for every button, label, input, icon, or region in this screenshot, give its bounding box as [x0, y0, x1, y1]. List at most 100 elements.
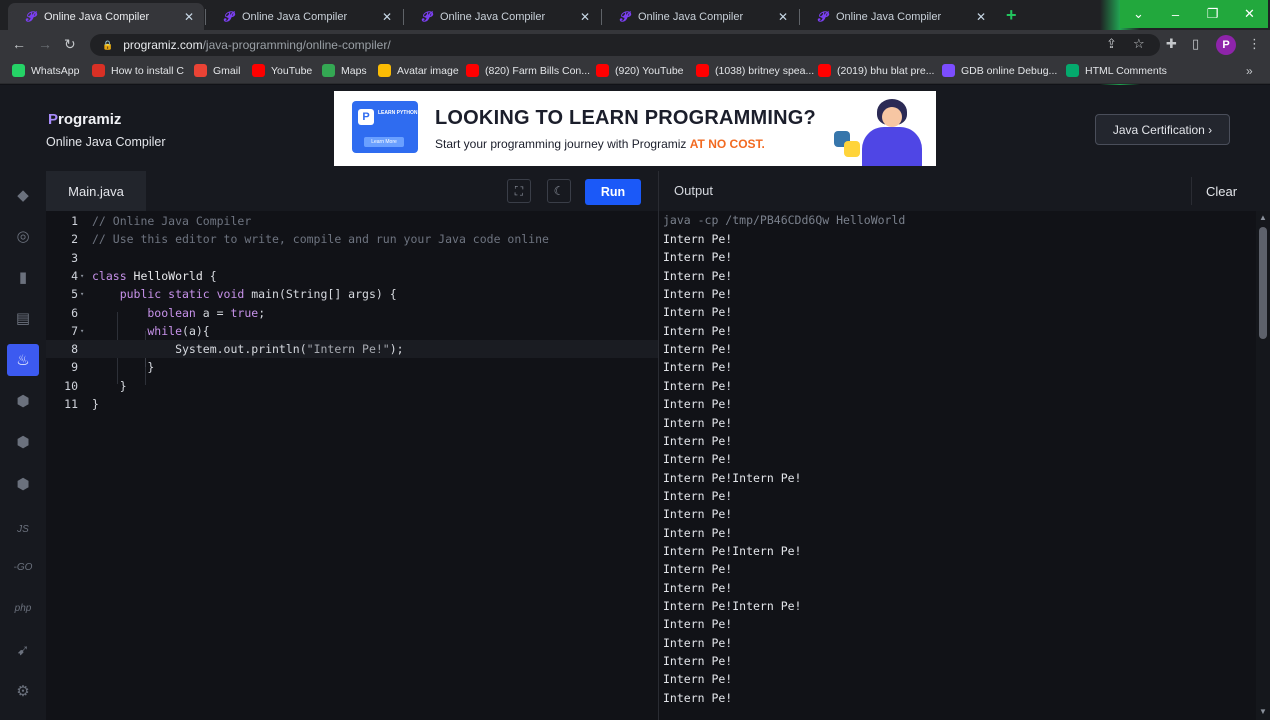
- output-line: Intern Pe!: [663, 287, 733, 302]
- share-icon[interactable]: ⇪: [1106, 36, 1117, 52]
- bookmark-favicon-icon: [696, 64, 709, 77]
- bookmark-label: (2019) bhu blat pre...: [837, 64, 935, 77]
- bookmark-item[interactable]: How to install C: [92, 64, 184, 77]
- restore-icon[interactable]: ❐: [1194, 0, 1231, 28]
- scroll-down-icon[interactable]: ▼: [1259, 707, 1267, 716]
- new-tab-button[interactable]: +: [1006, 5, 1017, 26]
- banner-sub-text: Start your programming journey with Prog…: [435, 137, 690, 151]
- bookmark-item[interactable]: HTML Comments: [1066, 64, 1167, 77]
- scroll-up-icon[interactable]: ▲: [1259, 213, 1267, 222]
- bookmark-item[interactable]: (820) Farm Bills Con...: [466, 64, 590, 77]
- forward-icon[interactable]: →: [38, 36, 52, 52]
- fold-icon[interactable]: ▾: [80, 290, 86, 298]
- code-text: System.out.println("Intern Pe!");: [92, 342, 404, 356]
- output-console[interactable]: java -cp /tmp/PB46CDd6Qw HelloWorld Inte…: [658, 211, 1256, 720]
- ad-banner[interactable]: P LEARN PYTHON Learn More LOOKING TO LEA…: [334, 91, 936, 166]
- python-icon[interactable]: ◆: [7, 179, 39, 211]
- php-icon[interactable]: php: [7, 592, 39, 624]
- code-token: HelloWorld: [133, 268, 203, 283]
- output-scrollbar[interactable]: ▲ ▼: [1256, 211, 1270, 720]
- csharp-icon[interactable]: ⬢: [7, 468, 39, 500]
- code-line: 5 ▾ public static void main(String[] args…: [46, 285, 658, 303]
- url-input[interactable]: 🔒 programiz.com/java-programming/online-…: [90, 34, 1160, 56]
- c-icon[interactable]: ⬢: [7, 385, 39, 417]
- close-tab-icon[interactable]: ✕: [778, 10, 788, 24]
- output-line: Intern Pe!: [663, 580, 733, 595]
- bookmark-item[interactable]: GDB online Debug...: [942, 64, 1057, 77]
- sql-icon[interactable]: ▮: [7, 261, 39, 293]
- tab-separator: [799, 9, 800, 25]
- bookmark-item[interactable]: Gmail: [194, 64, 240, 77]
- banner-card-logo: P: [358, 109, 374, 125]
- fold-icon[interactable]: ▾: [80, 327, 86, 335]
- close-tab-icon[interactable]: ✕: [976, 10, 986, 24]
- browser-tab[interactable]: 𝓟 Online Java Compiler ✕: [404, 3, 600, 30]
- tab-search-icon[interactable]: ⌄: [1120, 0, 1157, 28]
- close-tab-icon[interactable]: ✕: [382, 10, 392, 24]
- java-icon[interactable]: ♨: [7, 344, 39, 376]
- html-icon[interactable]: ▤: [7, 302, 39, 334]
- output-line: Intern Pe!: [663, 488, 733, 503]
- bookmarks-bar: WhatsApp How to install C Gmail YouTube Maps…: [0, 60, 1270, 84]
- output-line: Intern Pe!: [663, 268, 733, 283]
- bookmark-item[interactable]: (920) YouTube: [596, 64, 684, 77]
- output-line: Intern Pe!: [663, 232, 733, 246]
- browser-tab[interactable]: 𝓟 Online Java Compiler ✕: [8, 3, 204, 30]
- fold-icon[interactable]: ▾: [80, 272, 86, 280]
- code-token: }: [92, 397, 99, 411]
- theme-toggle-icon[interactable]: ☾: [547, 179, 571, 203]
- browser-tab[interactable]: 𝓟 Online Java Compiler ✕: [206, 3, 402, 30]
- line-number: 4: [71, 268, 78, 283]
- menu-icon[interactable]: ⋮: [1248, 36, 1261, 52]
- r-icon[interactable]: ◎: [7, 220, 39, 252]
- profile-avatar[interactable]: P: [1216, 35, 1236, 55]
- bookmark-label: WhatsApp: [31, 64, 80, 77]
- javascript-icon[interactable]: JS: [7, 513, 39, 545]
- browser-tab-bar: 𝓟 Online Java Compiler ✕ 𝓟 Online Java Compi…: [0, 0, 1270, 30]
- code-editor[interactable]: 1 // Online Java Compiler 2 // Use this edi…: [46, 211, 658, 720]
- programiz-logo[interactable]: Programiz: [48, 111, 121, 128]
- bookmark-favicon-icon: [1066, 64, 1079, 77]
- browser-tab[interactable]: 𝓟 Online Java Compiler ✕: [602, 3, 798, 30]
- output-line: Intern Pe!Intern Pe!: [663, 470, 802, 485]
- language-rail: ◆ ◎ ▮ ▤ ♨ ⬢ ⬢ ⬢ JS -GO php ➹ ⚙: [0, 171, 46, 720]
- output-line: Intern Pe!: [663, 415, 733, 430]
- rust-icon[interactable]: ⚙: [7, 675, 39, 707]
- close-tab-icon[interactable]: ✕: [184, 10, 194, 24]
- line-number: 6: [71, 305, 78, 320]
- browser-tab[interactable]: 𝓟 Online Java Compiler ✕: [800, 3, 996, 30]
- output-line: Intern Pe!: [663, 397, 733, 412]
- back-icon[interactable]: ←: [12, 36, 26, 52]
- run-button[interactable]: Run: [585, 179, 641, 205]
- output-header: Output Clear: [658, 171, 1270, 211]
- bookmark-item[interactable]: (1038) britney spea...: [696, 64, 814, 77]
- clear-button[interactable]: Clear: [1191, 177, 1251, 205]
- code-text: while(a){: [92, 324, 209, 338]
- java-certification-button[interactable]: Java Certification ›: [1095, 114, 1230, 145]
- code-line: 2 // Use this editor to write, compile an…: [46, 230, 658, 248]
- close-window-icon[interactable]: ✕: [1231, 0, 1268, 28]
- file-tab-main-java[interactable]: Main.java: [46, 171, 146, 211]
- bookmark-star-icon[interactable]: ☆: [1133, 36, 1145, 52]
- sidebar-icon[interactable]: ▯: [1192, 36, 1199, 52]
- reload-icon[interactable]: ↻: [64, 36, 76, 53]
- cpp-icon[interactable]: ⬢: [7, 426, 39, 458]
- bookmark-item[interactable]: Maps: [322, 64, 367, 77]
- bookmark-item[interactable]: WhatsApp: [12, 64, 79, 77]
- go-icon[interactable]: -GO: [7, 551, 39, 583]
- swift-icon[interactable]: ➹: [7, 634, 39, 666]
- bookmark-item[interactable]: Avatar image: [378, 64, 459, 77]
- code-text: // Online Java Compiler: [92, 214, 251, 228]
- bookmark-item[interactable]: YouTube: [252, 64, 312, 77]
- code-text: }: [92, 397, 99, 411]
- bookmarks-overflow-icon[interactable]: »: [1246, 64, 1253, 78]
- scroll-thumb[interactable]: [1259, 227, 1267, 339]
- address-bar: ← → ↻ 🔒 programiz.com/java-programming/o…: [0, 30, 1270, 60]
- close-tab-icon[interactable]: ✕: [580, 10, 590, 24]
- extensions-icon[interactable]: ✚: [1166, 36, 1177, 52]
- programiz-favicon-icon: 𝓟: [224, 8, 234, 24]
- fullscreen-icon[interactable]: ⛶: [507, 179, 531, 203]
- bookmark-item[interactable]: (2019) bhu blat pre...: [818, 64, 934, 77]
- minimize-icon[interactable]: –: [1157, 0, 1194, 28]
- code-token: boolean: [92, 305, 203, 320]
